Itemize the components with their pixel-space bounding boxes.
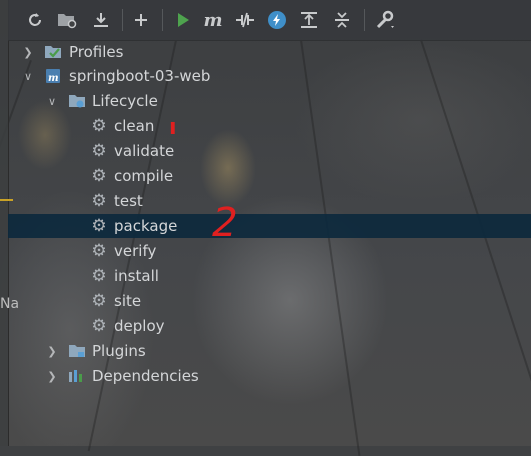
chevron-right-icon[interactable]: ❯ bbox=[45, 370, 59, 383]
offline-icon[interactable] bbox=[234, 9, 256, 31]
gear-icon: ⚙ bbox=[91, 116, 107, 136]
goal-verify[interactable]: ⚙ verify bbox=[8, 239, 531, 263]
goal-label: clean bbox=[114, 117, 155, 135]
tree-node-dependencies[interactable]: ❯ Dependencies bbox=[8, 364, 531, 388]
maven-project-tree: ❯ Profiles ∨ m springboot-03-web ∨ Lifec… bbox=[8, 40, 531, 446]
tree-node-lifecycle[interactable]: ∨ Lifecycle bbox=[8, 89, 531, 113]
goal-label: deploy bbox=[114, 317, 165, 335]
goal-label: compile bbox=[114, 167, 174, 185]
tree-label-lifecycle: Lifecycle bbox=[92, 92, 158, 110]
goal-compile[interactable]: ⚙ compile bbox=[8, 164, 531, 188]
maven-m-icon[interactable]: m bbox=[202, 9, 224, 31]
tree-label-dependencies: Dependencies bbox=[92, 367, 199, 385]
tree-node-profiles[interactable]: ❯ Profiles bbox=[8, 40, 531, 64]
refresh-icon[interactable] bbox=[24, 9, 46, 31]
toolbar-separator bbox=[162, 9, 163, 31]
gear-icon: ⚙ bbox=[91, 141, 107, 161]
goal-label: test bbox=[114, 192, 143, 210]
plus-icon[interactable] bbox=[130, 9, 152, 31]
chevron-down-icon[interactable]: ∨ bbox=[45, 95, 59, 108]
goal-site[interactable]: ⚙ site bbox=[8, 289, 531, 313]
gear-icon: ⚙ bbox=[91, 216, 107, 236]
lifecycle-folder-icon bbox=[68, 92, 86, 110]
gear-icon: ⚙ bbox=[91, 291, 107, 311]
folder-refresh-icon[interactable] bbox=[56, 9, 78, 31]
gear-icon: ⚙ bbox=[91, 266, 107, 286]
svg-text:m: m bbox=[48, 73, 59, 84]
plugins-folder-icon bbox=[68, 342, 86, 360]
goal-clean[interactable]: ⚙ clean bbox=[8, 114, 531, 138]
tree-label-plugins: Plugins bbox=[92, 342, 146, 360]
toolbar-separator bbox=[364, 9, 365, 31]
goal-package[interactable]: ⚙ package bbox=[8, 214, 531, 238]
gear-icon: ⚙ bbox=[91, 316, 107, 336]
tree-label-project: springboot-03-web bbox=[69, 67, 211, 85]
goal-install[interactable]: ⚙ install bbox=[8, 264, 531, 288]
goal-label: site bbox=[114, 292, 142, 310]
goal-label: validate bbox=[114, 142, 175, 160]
gear-icon: ⚙ bbox=[91, 191, 107, 211]
goal-label: verify bbox=[114, 242, 157, 260]
collapse-icon[interactable] bbox=[331, 9, 353, 31]
goal-test[interactable]: ⚙ test bbox=[8, 189, 531, 213]
tree-node-plugins[interactable]: ❯ Plugins bbox=[8, 339, 531, 363]
bolt-icon[interactable] bbox=[268, 11, 286, 29]
annotation-mark-one: ı bbox=[169, 115, 177, 140]
maven-project-icon: m bbox=[44, 67, 62, 85]
chevron-right-icon[interactable]: ❯ bbox=[45, 345, 59, 358]
gear-icon: ⚙ bbox=[91, 166, 107, 186]
goal-deploy[interactable]: ⚙ deploy bbox=[8, 314, 531, 338]
dependencies-icon[interactable] bbox=[298, 9, 320, 31]
tree-label-profiles: Profiles bbox=[69, 43, 124, 61]
toolbar-separator bbox=[122, 9, 123, 31]
goal-label: install bbox=[114, 267, 159, 285]
wrench-icon[interactable] bbox=[375, 9, 397, 31]
play-icon[interactable] bbox=[172, 9, 194, 31]
download-icon[interactable] bbox=[90, 9, 112, 31]
chevron-down-icon[interactable]: ∨ bbox=[21, 70, 35, 83]
maven-toolbar: m bbox=[8, 0, 531, 41]
profiles-icon bbox=[44, 43, 62, 61]
goal-label: package bbox=[114, 217, 178, 235]
goal-validate[interactable]: ⚙ validate bbox=[8, 139, 531, 163]
chevron-right-icon[interactable]: ❯ bbox=[21, 46, 35, 59]
dependencies-folder-icon bbox=[68, 367, 86, 385]
gear-icon: ⚙ bbox=[91, 241, 107, 261]
tree-node-project[interactable]: ∨ m springboot-03-web bbox=[8, 64, 531, 88]
